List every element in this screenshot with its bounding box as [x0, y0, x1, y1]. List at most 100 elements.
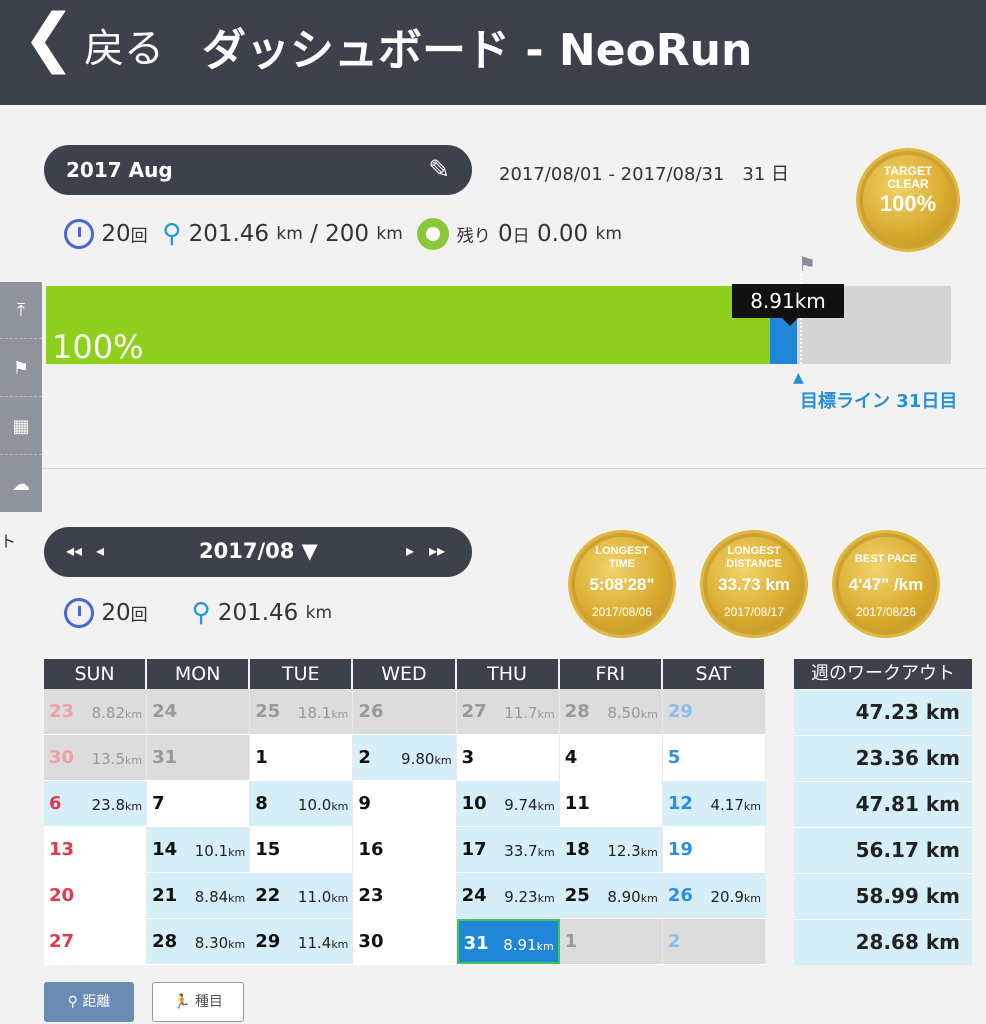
distance-value: 201.46	[188, 221, 270, 247]
day-distance-unit: km	[125, 800, 143, 813]
calendar-day-cell[interactable]: 18 12.3km	[559, 827, 663, 872]
calendar-day-cell[interactable]: 22 11.0km	[250, 873, 354, 918]
day-distance-unit: km	[228, 892, 246, 905]
scroll-top-icon[interactable]: ⤒	[0, 282, 42, 339]
day-distance-unit: km	[537, 708, 555, 721]
prev-month-button[interactable]: ◂	[96, 541, 104, 560]
calendar-day-cell[interactable]: 7	[147, 781, 251, 826]
day-number: 18	[564, 839, 590, 860]
day-distance-value: 23.8	[91, 796, 126, 814]
day-number: 10	[461, 793, 487, 814]
calendar-day-cell[interactable]: 14 10.1km	[147, 827, 251, 872]
day-number: 11	[564, 793, 590, 814]
calendar-day-cell[interactable]: 25 18.1km	[250, 689, 354, 734]
cloud-upload-icon[interactable]: ☁	[0, 456, 42, 513]
calendar-day-cell[interactable]: 31 8.91km	[456, 919, 560, 964]
calendar-day-cell[interactable]: 6 23.8km	[44, 781, 148, 826]
day-distance-value: 10.0	[297, 796, 332, 814]
day-distance-value: 4.17	[710, 796, 744, 814]
calendar-day-cell[interactable]: 5	[662, 735, 766, 780]
calendar-day-cell[interactable]: 27 11.7km	[456, 689, 560, 734]
calendar-day-cell[interactable]: 12 4.17km	[662, 781, 766, 826]
record-medal-longest-time[interactable]: LONGEST TIME 5:08'28" 2017/08/06	[568, 530, 676, 638]
calendar-day-cell[interactable]: 21 8.84km	[147, 873, 251, 918]
calendar-day-cell[interactable]: 15	[250, 827, 354, 872]
day-distance: 8.82km	[92, 704, 143, 722]
activity-type-toggle-button[interactable]: 🏃 種目	[152, 982, 244, 1022]
calendar-day-cell[interactable]: 25 8.90km	[559, 873, 663, 918]
record-medal-best-pace[interactable]: BEST PACE 4'47" /km 2017/08/26	[832, 530, 940, 638]
day-number: 23	[358, 885, 384, 906]
calendar-day-cell[interactable]: 24 9.23km	[456, 873, 560, 918]
calendar-day-cell[interactable]: 10 9.74km	[456, 781, 560, 826]
calendar-day-cell[interactable]: 17 33.7km	[456, 827, 560, 872]
day-distance-unit: km	[331, 708, 349, 721]
calendar-day-cell[interactable]: 1	[559, 919, 663, 964]
day-distance-value: 8.30	[194, 934, 229, 952]
side-stub-text: ト	[0, 532, 17, 551]
map-pin-icon: ⚲	[162, 219, 182, 249]
calendar-day-cell[interactable]: 1	[250, 735, 354, 780]
medal-line2: CLEAR	[887, 177, 929, 191]
weekly-total: 58.99 km	[794, 873, 972, 919]
day-distance-unit: km	[640, 846, 658, 859]
pencil-icon[interactable]: ✎	[428, 155, 450, 185]
weekday-header: WED	[353, 659, 457, 689]
day-distance-value: 20.9	[710, 888, 744, 906]
record-value: 4'47" /km	[848, 575, 924, 594]
day-distance-unit: km	[331, 892, 349, 905]
record-title: LONGEST TIME	[595, 545, 649, 570]
calendar-day-cell[interactable]: 23 8.82km	[44, 689, 148, 734]
calendar-body: 23 8.82km 24 25 18.1km 26 27 11.7km 28 8.50km 29 30…	[44, 689, 766, 965]
month-selector[interactable]: 2017 Aug ✎	[44, 145, 472, 195]
next-year-button[interactable]: ▸▸	[429, 541, 445, 560]
prev-year-button[interactable]: ◂◂	[66, 541, 82, 560]
goal-unit: km	[376, 224, 403, 244]
goal-line-label: 目標ライン 31日目	[800, 391, 958, 412]
day-distance-value: 9.74	[504, 796, 538, 814]
distance-toggle-button[interactable]: ⚲ 距離	[44, 982, 134, 1022]
calendar-day-cell[interactable]: 29 11.4km	[250, 919, 354, 964]
back-button[interactable]: 戻る	[84, 16, 164, 74]
back-chevron-icon[interactable]: ❮	[22, 6, 76, 70]
calendar-day-cell[interactable]: 26	[353, 689, 457, 734]
remaining-icon	[417, 218, 450, 250]
day-number: 27	[49, 931, 75, 952]
calendar-icon[interactable]: ▦	[0, 398, 42, 455]
calendar-day-cell[interactable]: 30	[353, 919, 457, 964]
calendar-day-cell[interactable]: 23	[353, 873, 457, 918]
flag-icon[interactable]: ⚑	[0, 340, 42, 397]
record-medal-longest-distance[interactable]: LONGEST DISTANCE 33.73 km 2017/08/17	[700, 530, 808, 638]
weekday-header: TUE	[250, 659, 354, 689]
calendar-day-cell[interactable]: 30 13.5km	[44, 735, 148, 780]
side-rail: ⤒ ⚑ ▦ ☁	[0, 282, 42, 512]
calendar-day-cell[interactable]: 9	[353, 781, 457, 826]
day-distance-unit: km	[537, 846, 555, 859]
calendar-day-cell[interactable]: 28 8.50km	[559, 689, 663, 734]
calendar-day-cell[interactable]: 11	[559, 781, 663, 826]
calendar-day-cell[interactable]: 4	[559, 735, 663, 780]
calendar-day-cell[interactable]: 8 10.0km	[250, 781, 354, 826]
calendar-day-cell[interactable]: 19	[662, 827, 766, 872]
next-month-button[interactable]: ▸	[406, 541, 414, 560]
day-distance: 18.1km	[298, 704, 349, 722]
day-distance-value: 8.82	[91, 704, 126, 722]
calendar-day-cell[interactable]: 20	[44, 873, 148, 918]
calendar-day-cell[interactable]: 24	[147, 689, 251, 734]
calendar-day-cell[interactable]: 29	[662, 689, 766, 734]
calendar-day-cell[interactable]: 2	[662, 919, 766, 964]
calendar-month-dropdown[interactable]: 2017/08 ▼	[199, 539, 318, 563]
calendar-day-cell[interactable]: 26 20.9km	[662, 873, 766, 918]
calendar-day-cell[interactable]: 13	[44, 827, 148, 872]
day-distance-value: 9.80	[401, 750, 435, 768]
stopwatch-icon	[64, 598, 94, 628]
calendar-day-cell[interactable]: 16	[353, 827, 457, 872]
calendar-day-cell[interactable]: 31	[147, 735, 251, 780]
day-distance-value: 9.23	[504, 888, 538, 906]
day-distance-unit: km	[640, 708, 658, 721]
calendar-day-cell[interactable]: 28 8.30km	[147, 919, 251, 964]
calendar-day-cell[interactable]: 2 9.80km	[353, 735, 457, 780]
weekly-total: 47.23 km	[794, 689, 972, 735]
calendar-day-cell[interactable]: 27	[44, 919, 148, 964]
calendar-day-cell[interactable]: 3	[456, 735, 560, 780]
